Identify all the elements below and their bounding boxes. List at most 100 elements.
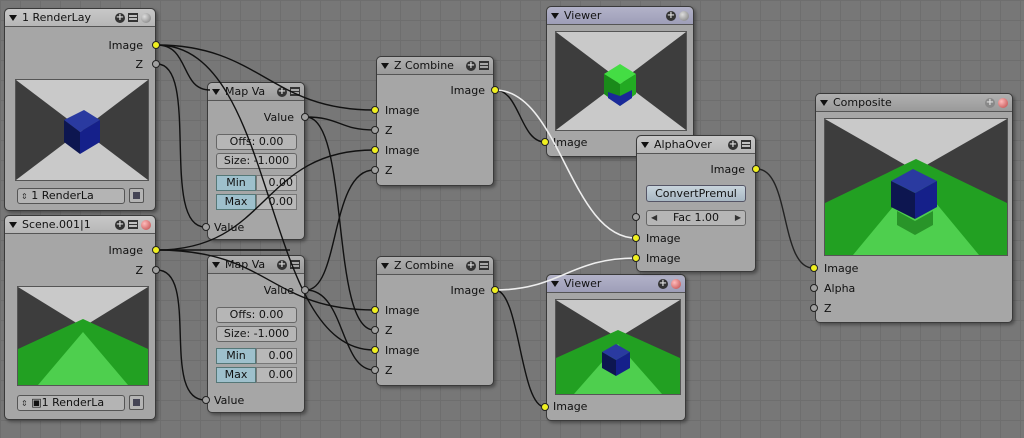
menu-icon[interactable] [741,140,751,149]
socket-value-output[interactable] [301,113,309,121]
node-header[interactable]: Z Combine + [377,257,493,275]
node-header[interactable]: Composite + [816,94,1012,112]
max-toggle[interactable]: Max [216,194,256,210]
alpha-over-node[interactable]: AlphaOver + Image ConvertPremul ◀ Fac 1.… [636,135,756,272]
renderlayer-node[interactable]: 1 RenderLay + Image Z ⇕ 1 RenderLa [4,8,156,211]
collapse-triangle-icon[interactable] [212,88,220,95]
viewer-node[interactable]: Viewer + Image [546,274,686,421]
socket-image-output[interactable] [752,165,760,173]
collapse-triangle-icon[interactable] [381,62,389,69]
map-value-node[interactable]: Map Va + Value Offs: 0.00 Size: -1.000 M… [207,255,305,413]
socket-image-output[interactable] [491,286,499,294]
collapse-triangle-icon[interactable] [9,221,17,228]
max-field[interactable]: 0.00 [256,367,297,383]
socket-image-input[interactable] [541,138,549,146]
socket-z-input[interactable] [371,126,379,134]
decrement-icon[interactable]: ◀ [651,211,657,225]
node-header[interactable]: Scene.001|1 + [5,216,155,234]
socket-z-input[interactable] [371,366,379,374]
scene-select[interactable]: ⇕ 1 RenderLa [17,188,125,204]
z-combine-node[interactable]: Z Combine + Image Image Z Image Z [376,256,494,386]
plus-icon[interactable]: + [115,12,125,23]
size-field[interactable]: Size: -1.000 [216,153,297,169]
scene-renderlayer-node[interactable]: Scene.001|1 + Image Z ⇕ ▣1 RenderLa [4,215,156,420]
min-toggle[interactable]: Min [216,175,256,191]
viewer-preview [555,299,681,395]
collapse-triangle-icon[interactable] [212,261,220,268]
collapse-triangle-icon[interactable] [551,12,559,19]
min-toggle[interactable]: Min [216,348,256,364]
node-header[interactable]: AlphaOver + [637,136,755,154]
offset-field[interactable]: Offs: 0.00 [216,134,297,150]
plus-icon[interactable]: + [277,259,287,270]
preview-ball-icon[interactable] [679,10,689,21]
plus-icon[interactable]: + [985,97,995,108]
max-toggle[interactable]: Max [216,367,256,383]
plus-icon[interactable]: + [728,139,738,150]
socket-z-input[interactable] [371,166,379,174]
plus-icon[interactable]: + [277,86,287,97]
node-header[interactable]: 1 RenderLay + [5,9,155,27]
preview-ball-icon[interactable] [141,219,151,230]
plus-icon[interactable]: + [466,60,476,71]
socket-image-input[interactable] [371,306,379,314]
collapse-triangle-icon[interactable] [551,280,559,287]
node-header[interactable]: Viewer + [547,7,693,25]
z-combine-node[interactable]: Z Combine + Image Image Z Image Z [376,56,494,186]
socket-image-input[interactable] [371,346,379,354]
offset-field[interactable]: Offs: 0.00 [216,307,297,323]
menu-icon[interactable] [479,61,489,70]
increment-icon[interactable]: ▶ [735,211,741,225]
image-browse-icon[interactable] [129,188,144,203]
plus-icon[interactable]: + [115,219,125,230]
menu-icon[interactable] [128,13,138,22]
fac-slider[interactable]: ◀ Fac 1.00 ▶ [646,210,746,226]
socket-image-output[interactable] [152,41,160,49]
node-header[interactable]: Map Va + [208,256,304,274]
socket-z-output[interactable] [152,60,160,68]
image-browse-icon[interactable] [129,395,144,410]
socket-z-input[interactable] [810,304,818,312]
max-field[interactable]: 0.00 [256,194,297,210]
menu-icon[interactable] [128,220,138,229]
collapse-triangle-icon[interactable] [820,99,828,106]
menu-icon[interactable] [290,87,300,96]
menu-icon[interactable] [290,260,300,269]
socket-image-input[interactable] [810,264,818,272]
plus-icon[interactable]: + [666,10,676,21]
plus-icon[interactable]: + [466,260,476,271]
socket-value-input[interactable] [202,396,210,404]
socket-image-input[interactable] [632,234,640,242]
socket-image-input[interactable] [371,106,379,114]
socket-z-input[interactable] [371,326,379,334]
collapse-triangle-icon[interactable] [9,14,17,21]
preview-ball-icon[interactable] [671,278,681,289]
input-image-label: Image [824,262,859,275]
collapse-triangle-icon[interactable] [381,262,389,269]
preview-ball-icon[interactable] [141,12,151,23]
min-field[interactable]: 0.00 [256,175,297,191]
map-value-node[interactable]: Map Va + Value Offs: 0.00 Size: -1.000 M… [207,82,305,240]
socket-alpha-input[interactable] [810,284,818,292]
socket-z-output[interactable] [152,266,160,274]
node-header[interactable]: Z Combine + [377,57,493,75]
convert-premul-button[interactable]: ConvertPremul [646,185,746,202]
socket-image-input[interactable] [371,146,379,154]
size-field[interactable]: Size: -1.000 [216,326,297,342]
socket-image-output[interactable] [152,246,160,254]
socket-image-output[interactable] [491,86,499,94]
composite-node[interactable]: Composite + Image Alpha Z [815,93,1013,323]
socket-value-input[interactable] [202,223,210,231]
socket-image-input[interactable] [632,254,640,262]
min-field[interactable]: 0.00 [256,348,297,364]
socket-value-output[interactable] [301,286,309,294]
socket-fac-input[interactable] [632,213,640,221]
menu-icon[interactable] [479,261,489,270]
socket-image-input[interactable] [541,403,549,411]
scene-select[interactable]: ⇕ ▣1 RenderLa [17,395,125,411]
node-header[interactable]: Map Va + [208,83,304,101]
plus-icon[interactable]: + [658,278,668,289]
preview-ball-icon[interactable] [998,97,1008,108]
node-header[interactable]: Viewer + [547,275,685,293]
collapse-triangle-icon[interactable] [641,141,649,148]
